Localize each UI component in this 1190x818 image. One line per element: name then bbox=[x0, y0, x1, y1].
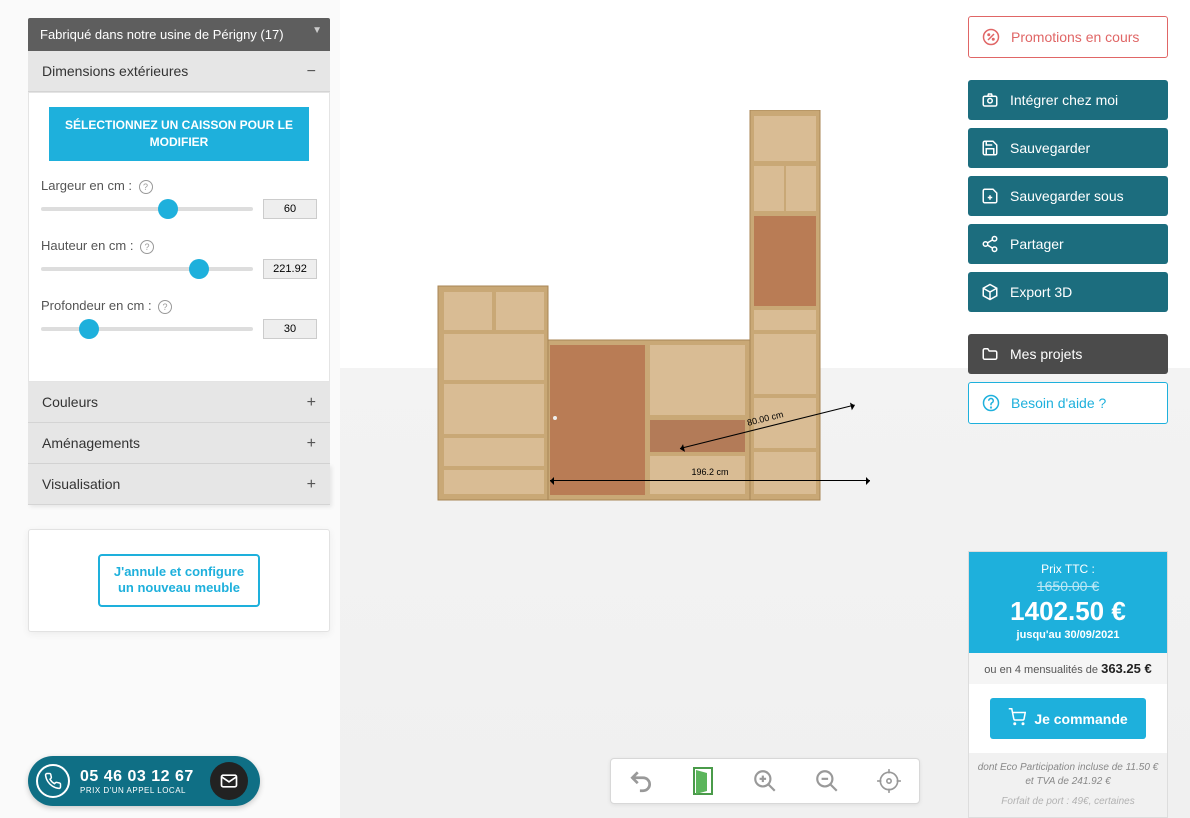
height-field: Hauteur en cm : ? bbox=[41, 237, 317, 279]
center-view-button[interactable] bbox=[873, 765, 905, 797]
save-as-button[interactable]: Sauvegarder sous bbox=[968, 176, 1168, 216]
order-button[interactable]: Je commande bbox=[990, 698, 1145, 739]
percent-icon bbox=[981, 27, 1001, 47]
integrate-button[interactable]: Intégrer chez moi bbox=[968, 80, 1168, 120]
help-icon[interactable]: ? bbox=[158, 300, 172, 314]
price-old: 1650.00 € bbox=[977, 578, 1159, 594]
price-panel: Prix TTC : 1650.00 € 1402.50 € jusqu'au … bbox=[968, 551, 1168, 818]
depth-input[interactable] bbox=[263, 319, 317, 339]
save-as-label: Sauvegarder sous bbox=[1010, 188, 1124, 204]
undo-button[interactable] bbox=[625, 765, 657, 797]
phone-text: 05 46 03 12 67 PRIX D'UN APPEL LOCAL bbox=[80, 768, 194, 795]
depth-slider-thumb[interactable] bbox=[79, 319, 99, 339]
section-visualization-title: Visualisation bbox=[42, 476, 120, 492]
camera-icon bbox=[980, 90, 1000, 110]
phone-icon bbox=[36, 764, 70, 798]
promotions-button[interactable]: Promotions en cours bbox=[968, 16, 1168, 58]
help-button[interactable]: Besoin d'aide ? bbox=[968, 382, 1168, 424]
height-label: Hauteur en cm : bbox=[41, 238, 134, 253]
save-as-icon bbox=[980, 186, 1000, 206]
height-slider-thumb[interactable] bbox=[189, 259, 209, 279]
order-label: Je commande bbox=[1034, 711, 1127, 727]
price-fineprint: dont Eco Participation incluse de 11.50 … bbox=[969, 753, 1167, 817]
section-colors-title: Couleurs bbox=[42, 394, 98, 410]
width-label: Largeur en cm : bbox=[41, 178, 132, 193]
width-dimension: 196.2 cm bbox=[550, 480, 870, 481]
my-projects-button[interactable]: Mes projets bbox=[968, 334, 1168, 374]
expand-icon: + bbox=[307, 394, 316, 412]
section-layouts-title: Aménagements bbox=[42, 435, 140, 451]
view-toolbar bbox=[610, 758, 920, 804]
share-icon bbox=[980, 234, 1000, 254]
cube-icon bbox=[980, 282, 1000, 302]
my-projects-label: Mes projets bbox=[1010, 346, 1082, 362]
help-icon[interactable]: ? bbox=[140, 240, 154, 254]
height-slider[interactable] bbox=[41, 267, 253, 271]
width-slider[interactable] bbox=[41, 207, 253, 211]
installment-value: 363.25 € bbox=[1101, 661, 1152, 676]
zoom-out-button[interactable] bbox=[811, 765, 843, 797]
phone-number: 05 46 03 12 67 bbox=[80, 768, 194, 786]
actions-panel: Promotions en cours Intégrer chez moi Sa… bbox=[968, 16, 1168, 424]
depth-field: Profondeur en cm : ? bbox=[41, 297, 317, 339]
dropdown-caret-icon[interactable]: ▼ bbox=[312, 25, 322, 36]
price-main: 1402.50 € bbox=[977, 596, 1159, 627]
width-field: Largeur en cm : ? bbox=[41, 177, 317, 219]
zoom-in-button[interactable] bbox=[749, 765, 781, 797]
dimensions-panel: SÉLECTIONNEZ UN CAISSON POUR LE MODIFIER… bbox=[28, 92, 330, 382]
share-label: Partager bbox=[1010, 236, 1064, 252]
installment-row: ou en 4 mensualités de 363.25 € bbox=[969, 653, 1167, 684]
shipping-text: Forfait de port : 49€, certaines bbox=[975, 795, 1161, 809]
cancel-configure-button[interactable]: J'annule et configure un nouveau meuble bbox=[98, 554, 260, 608]
question-icon bbox=[981, 393, 1001, 413]
expand-icon: + bbox=[307, 476, 316, 494]
help-icon[interactable]: ? bbox=[139, 180, 153, 194]
depth-label: Profondeur en cm : bbox=[41, 298, 152, 313]
export-3d-label: Export 3D bbox=[1010, 284, 1072, 300]
price-label: Prix TTC : bbox=[977, 562, 1159, 576]
collapse-icon: − bbox=[307, 63, 316, 81]
save-icon bbox=[980, 138, 1000, 158]
share-button[interactable]: Partager bbox=[968, 224, 1168, 264]
expand-icon: + bbox=[307, 435, 316, 453]
promotions-label: Promotions en cours bbox=[1011, 29, 1139, 45]
width-input[interactable] bbox=[263, 199, 317, 219]
door-view-button[interactable] bbox=[687, 765, 719, 797]
select-caisson-button[interactable]: SÉLECTIONNEZ UN CAISSON POUR LE MODIFIER bbox=[49, 107, 309, 161]
phone-subtext: PRIX D'UN APPEL LOCAL bbox=[80, 786, 194, 795]
installment-text: ou en 4 mensualités de bbox=[984, 664, 1098, 676]
cancel-container: J'annule et configure un nouveau meuble bbox=[28, 529, 330, 633]
depth-slider[interactable] bbox=[41, 327, 253, 331]
folder-icon bbox=[980, 344, 1000, 364]
mail-button[interactable] bbox=[210, 762, 248, 800]
factory-header: Fabriqué dans notre usine de Périgny (17… bbox=[28, 18, 330, 51]
help-label: Besoin d'aide ? bbox=[1011, 395, 1106, 411]
contact-pill[interactable]: 05 46 03 12 67 PRIX D'UN APPEL LOCAL bbox=[28, 756, 260, 806]
furniture-render[interactable] bbox=[420, 110, 850, 510]
section-layouts[interactable]: Aménagements + bbox=[28, 423, 330, 464]
cart-icon bbox=[1008, 708, 1026, 729]
section-visualization[interactable]: Visualisation + bbox=[28, 464, 330, 505]
width-slider-thumb[interactable] bbox=[158, 199, 178, 219]
section-colors[interactable]: Couleurs + bbox=[28, 382, 330, 423]
price-header: Prix TTC : 1650.00 € 1402.50 € jusqu'au … bbox=[969, 552, 1167, 653]
export-3d-button[interactable]: Export 3D bbox=[968, 272, 1168, 312]
config-sidebar: Fabriqué dans notre usine de Périgny (17… bbox=[28, 18, 330, 632]
section-dimensions[interactable]: Dimensions extérieures − bbox=[28, 51, 330, 92]
save-label: Sauvegarder bbox=[1010, 140, 1090, 156]
price-until: jusqu'au 30/09/2021 bbox=[977, 629, 1159, 641]
save-button[interactable]: Sauvegarder bbox=[968, 128, 1168, 168]
section-dimensions-title: Dimensions extérieures bbox=[42, 63, 188, 79]
eco-text: dont Eco Participation incluse de 11.50 … bbox=[975, 761, 1161, 789]
integrate-label: Intégrer chez moi bbox=[1010, 92, 1118, 108]
factory-header-text: Fabriqué dans notre usine de Périgny (17… bbox=[40, 27, 284, 42]
height-input[interactable] bbox=[263, 259, 317, 279]
width-dimension-label: 196.2 cm bbox=[691, 467, 728, 477]
